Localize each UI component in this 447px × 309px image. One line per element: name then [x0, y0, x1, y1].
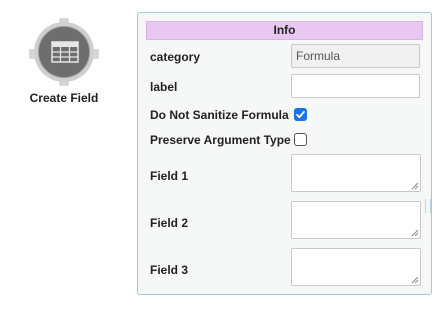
field2-label: Field 2: [150, 216, 189, 230]
resize-grip-icon[interactable]: [411, 276, 419, 284]
table-icon: [51, 41, 79, 63]
preserve-type-checkbox[interactable]: [294, 133, 307, 146]
panel-title: Info: [146, 21, 423, 40]
info-panel: Info category Formula label Do Not Sanit…: [137, 12, 432, 295]
field3-label: Field 3: [150, 263, 189, 277]
field1-textarea[interactable]: [291, 154, 421, 192]
node-label: Create Field: [29, 91, 99, 105]
resize-grip-icon[interactable]: [411, 229, 419, 237]
field3-textarea[interactable]: [291, 248, 421, 286]
do-not-sanitize-label: Do Not Sanitize Formula: [150, 108, 289, 122]
label-label: label: [150, 80, 178, 94]
resize-grip-icon[interactable]: [411, 182, 419, 190]
category-label: category: [150, 50, 201, 64]
panel-resize-handle[interactable]: [425, 199, 431, 213]
check-icon: [296, 110, 305, 119]
do-not-sanitize-checkbox[interactable]: [294, 108, 307, 121]
category-field[interactable]: Formula: [291, 44, 420, 68]
node-circle[interactable]: [38, 26, 90, 78]
preserve-type-label: Preserve Argument Type: [150, 133, 291, 147]
field2-textarea[interactable]: [291, 201, 421, 239]
label-field[interactable]: [291, 74, 420, 98]
field1-label: Field 1: [150, 169, 189, 183]
